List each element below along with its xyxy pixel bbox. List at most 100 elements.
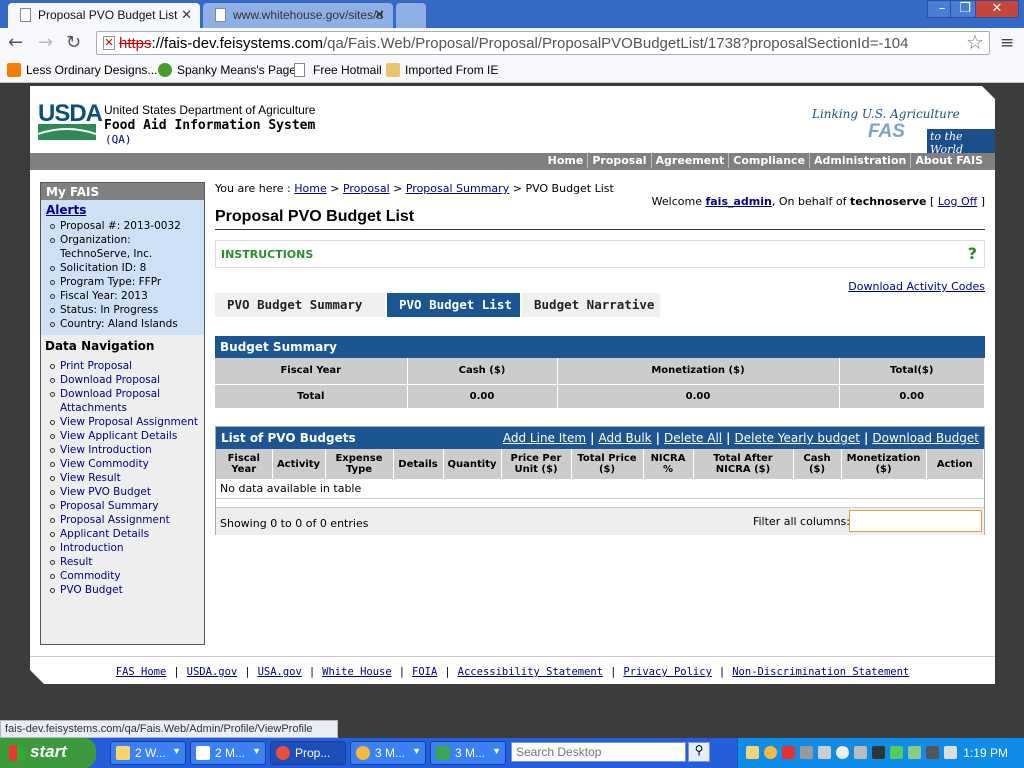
- forward-icon[interactable]: →: [38, 32, 53, 53]
- nav-link[interactable]: View Result: [45, 471, 201, 485]
- breadcrumb-home[interactable]: Home: [294, 182, 326, 195]
- bookmark-item[interactable]: Less Ordinary Designs...: [7, 63, 157, 77]
- nav-agreement[interactable]: Agreement: [650, 153, 729, 168]
- taskbar-button[interactable]: 3 M... ▼: [350, 741, 426, 765]
- nav-link[interactable]: View Applicant Details: [45, 429, 201, 443]
- nav-home[interactable]: Home: [544, 153, 588, 168]
- network-icon[interactable]: [818, 746, 831, 759]
- menu-icon[interactable]: ≡: [1000, 33, 1014, 53]
- close-tab-icon[interactable]: ✕: [374, 7, 385, 23]
- instructions-label[interactable]: INSTRUCTIONS: [221, 248, 313, 261]
- delete-all-link[interactable]: Delete All: [664, 431, 722, 445]
- column-header[interactable]: Expense Type: [325, 449, 394, 479]
- filter-input[interactable]: [849, 510, 982, 532]
- graph-icon[interactable]: [908, 746, 921, 759]
- column-header[interactable]: Price Per Unit ($): [501, 449, 572, 479]
- instructions-panel[interactable]: INSTRUCTIONS ?: [215, 240, 985, 268]
- taskbar-button[interactable]: 3 M... ▼: [430, 741, 506, 765]
- new-tab-button[interactable]: [396, 3, 426, 28]
- taskbar-button[interactable]: 2 W... ▼: [110, 741, 186, 765]
- close-window-icon[interactable]: ✕: [975, 0, 1019, 18]
- nav-link[interactable]: Download Proposal: [45, 373, 201, 387]
- column-header[interactable]: Activity: [272, 449, 326, 479]
- tab-pvo-budget-list[interactable]: PVO Budget List: [387, 293, 520, 317]
- address-bar[interactable]: ✕ https://fais-dev.feisystems.com/qa/Fai…: [96, 31, 990, 55]
- column-header[interactable]: Monetization ($): [841, 449, 927, 479]
- profile-link[interactable]: fais_admin: [705, 195, 771, 208]
- messenger-icon: [356, 746, 370, 760]
- footer-link[interactable]: FOIA: [412, 666, 437, 678]
- display-icon[interactable]: [872, 746, 885, 759]
- dropdown-icon: ▼: [172, 746, 181, 756]
- back-icon[interactable]: ←: [8, 32, 23, 53]
- column-header[interactable]: NICRA%: [643, 449, 694, 479]
- nav-link[interactable]: Proposal Assignment: [45, 513, 201, 527]
- tool-icon[interactable]: [800, 746, 813, 759]
- footer-link[interactable]: White House: [322, 666, 392, 678]
- column-header[interactable]: Fiscal Year: [216, 449, 273, 479]
- start-button[interactable]: start: [0, 738, 96, 768]
- footer-link[interactable]: USA.gov: [258, 666, 302, 678]
- column-header[interactable]: Total Price ($): [571, 449, 644, 479]
- nav-link[interactable]: View PVO Budget: [45, 485, 201, 499]
- mail-icon[interactable]: [746, 746, 759, 759]
- download-activity-codes-link[interactable]: Download Activity Codes: [848, 280, 985, 293]
- nav-link[interactable]: View Commodity: [45, 457, 201, 471]
- antivirus-icon[interactable]: [782, 746, 795, 759]
- bookmark-item[interactable]: Spanky Means's Page: [158, 63, 296, 77]
- bookmark-star-icon[interactable]: ☆: [966, 30, 984, 54]
- nav-link[interactable]: Commodity: [45, 569, 201, 583]
- nav-link[interactable]: View Proposal Assignment: [45, 415, 201, 429]
- nav-link[interactable]: Result: [45, 555, 201, 569]
- search-icon[interactable]: [836, 746, 849, 759]
- footer-link[interactable]: Privacy Policy: [623, 666, 712, 678]
- bookmark-item[interactable]: Free Hotmail: [294, 63, 382, 77]
- tab-pvo-budget-summary[interactable]: PVO Budget Summary: [215, 293, 385, 317]
- nav-administration[interactable]: Administration: [809, 153, 910, 168]
- shield-icon[interactable]: [926, 746, 939, 759]
- footer-link[interactable]: USDA.gov: [187, 666, 238, 678]
- add-bulk-link[interactable]: Add Bulk: [598, 431, 651, 445]
- network-icon[interactable]: [890, 746, 903, 759]
- browser-tab[interactable]: www.whitehouse.gov/sites/d ✕: [203, 3, 393, 28]
- footer-link[interactable]: Accessibility Statement: [458, 666, 603, 678]
- column-header[interactable]: Action: [926, 449, 984, 479]
- nav-link[interactable]: Introduction: [45, 541, 201, 555]
- tool-icon[interactable]: [854, 746, 867, 759]
- volume-icon[interactable]: [944, 746, 957, 759]
- nav-link[interactable]: Proposal Summary: [45, 499, 201, 513]
- column-header[interactable]: Details: [393, 449, 444, 479]
- delete-yearly-budget-link[interactable]: Delete Yearly budget: [735, 431, 860, 445]
- nav-link[interactable]: PVO Budget: [45, 583, 201, 597]
- close-tab-icon[interactable]: ✕: [181, 7, 192, 23]
- column-header[interactable]: Total After NICRA ($): [693, 449, 794, 479]
- breadcrumb-proposal-summary[interactable]: Proposal Summary: [406, 182, 509, 195]
- tab-budget-narrative[interactable]: Budget Narrative: [522, 293, 660, 317]
- footer-link[interactable]: FAS Home: [116, 666, 167, 678]
- browser-tab-active[interactable]: Proposal PVO Budget List ✕: [8, 3, 200, 28]
- breadcrumb-proposal[interactable]: Proposal: [343, 182, 390, 195]
- alerts-label[interactable]: Alerts: [46, 203, 86, 217]
- logoff-link[interactable]: Log Off: [938, 195, 977, 208]
- taskbar-button[interactable]: 2 M... ▼: [190, 741, 266, 765]
- nav-link[interactable]: Download Proposal Attachments: [45, 387, 201, 415]
- nav-proposal[interactable]: Proposal: [587, 153, 650, 168]
- nav-link[interactable]: Applicant Details: [45, 527, 201, 541]
- reload-icon[interactable]: ↻: [66, 32, 81, 53]
- nav-link[interactable]: Print Proposal: [45, 359, 201, 373]
- column-header[interactable]: Quantity: [443, 449, 502, 479]
- add-line-item-link[interactable]: Add Line Item: [503, 431, 586, 445]
- nav-about[interactable]: About FAIS: [910, 153, 987, 168]
- nav-link[interactable]: View Introduction: [45, 443, 201, 457]
- footer-link[interactable]: Non-Discrimination Statement: [732, 666, 909, 678]
- desktop-search-input[interactable]: [511, 742, 686, 762]
- help-icon[interactable]: ?: [968, 244, 977, 263]
- bookmark-folder[interactable]: Imported From IE: [386, 63, 498, 77]
- download-budget-link[interactable]: Download Budget: [872, 431, 979, 445]
- search-icon[interactable]: ⚲: [688, 742, 710, 762]
- messenger-icon[interactable]: [764, 746, 777, 759]
- column-header[interactable]: Cash ($): [793, 449, 842, 479]
- alerts-link[interactable]: Alerts: [41, 200, 204, 219]
- taskbar-button-active[interactable]: Prop...: [270, 741, 346, 765]
- nav-compliance[interactable]: Compliance: [728, 153, 809, 168]
